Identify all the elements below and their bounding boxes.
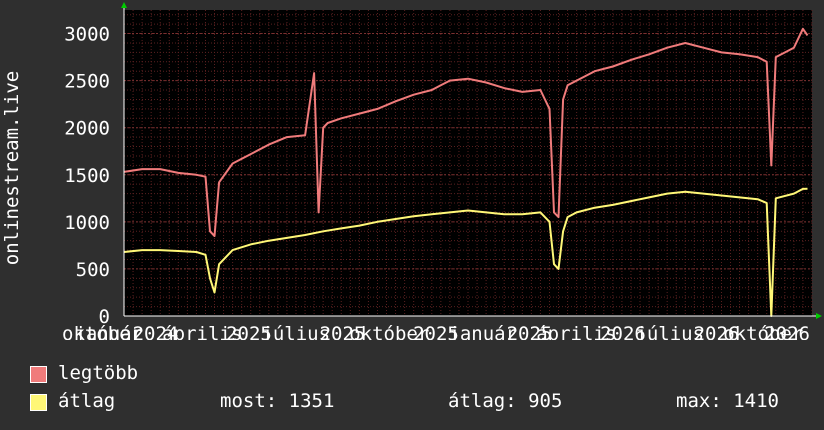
chart-container: 0 500 1000 1500 2000 2500 3000 október január 202… xyxy=(0,0,824,430)
y-tick-label: 2000 xyxy=(64,118,110,140)
y-axis-arrow xyxy=(121,2,127,8)
stat-current: most: 1351 xyxy=(220,390,335,412)
y-tick-label: 500 xyxy=(76,259,110,281)
line-chart: 050010001500200025003000októberjanuár202… xyxy=(62,2,822,340)
y-tick-label: 2500 xyxy=(64,71,110,93)
stat-maximum: max: 1410 xyxy=(676,390,779,412)
legend-label-max: legtöbb xyxy=(58,362,139,384)
y-axis-title: onlinestream.live xyxy=(1,70,23,266)
y-tick-label: 1500 xyxy=(64,165,110,187)
legend-swatch-max xyxy=(30,366,47,383)
stat-average: átlag: 905 xyxy=(448,390,563,412)
x-axis-arrow xyxy=(816,313,822,319)
legend-label-avg: átlag xyxy=(58,390,116,412)
y-tick-label: 3000 xyxy=(64,24,110,46)
y-tick-label: 1000 xyxy=(64,212,110,234)
legend-swatch-avg xyxy=(30,394,47,411)
x-tick-label: 2026 xyxy=(764,323,810,340)
